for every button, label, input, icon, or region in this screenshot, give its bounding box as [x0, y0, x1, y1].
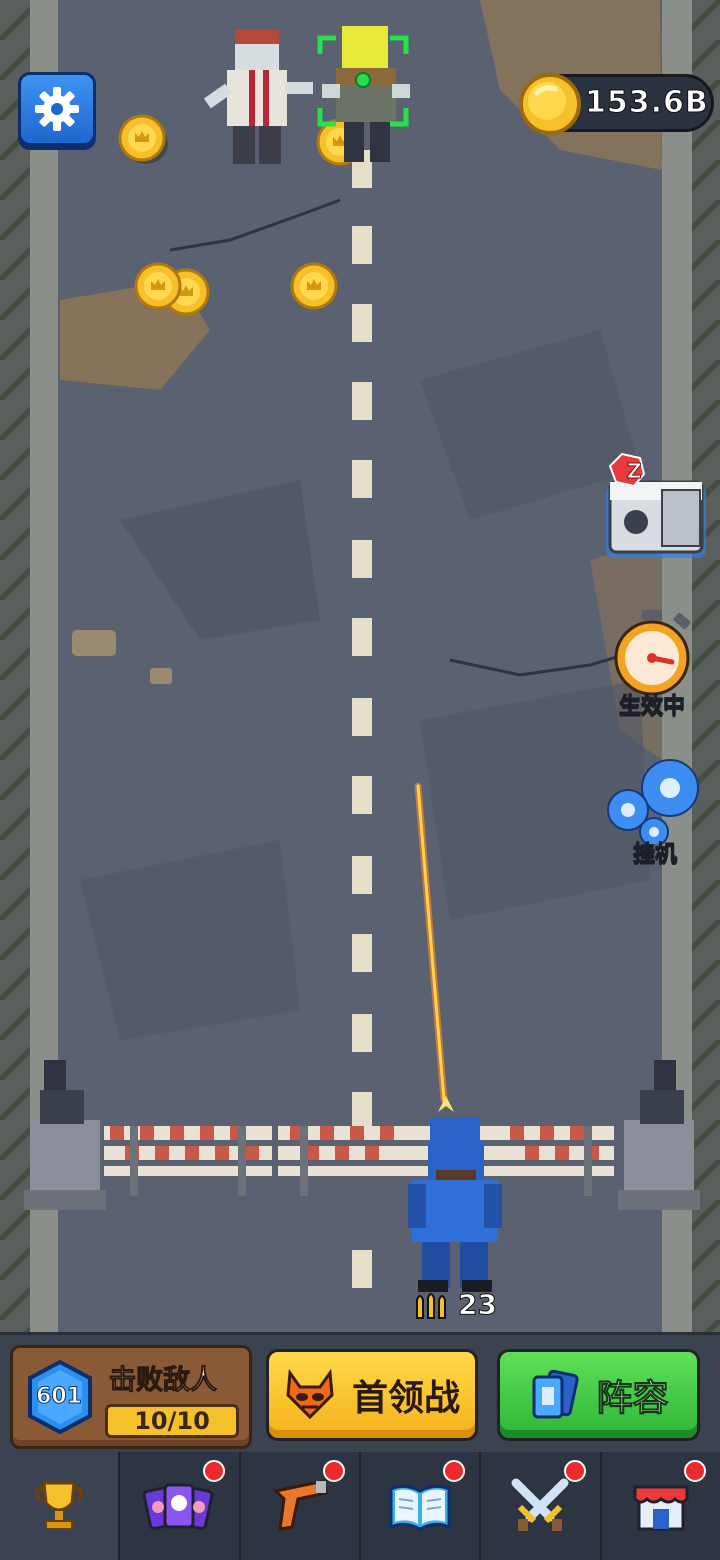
nav-codex[interactable]	[361, 1452, 482, 1560]
center-line	[352, 150, 372, 1288]
boost-status-label: 生效中	[618, 694, 685, 720]
coin	[134, 262, 182, 310]
boost-timer-button[interactable]: 生效中	[606, 610, 698, 720]
notification-dot	[563, 1460, 586, 1482]
nav-battle[interactable]	[481, 1452, 602, 1560]
settings-button[interactable]	[18, 72, 96, 146]
team-lineup-button[interactable]: 阵容	[497, 1349, 700, 1441]
nav-weapons[interactable]	[241, 1452, 361, 1560]
ammo-counter: 23	[414, 1288, 498, 1322]
heroes-cards-icon	[143, 1483, 214, 1531]
chest-badge: Z	[627, 459, 642, 483]
crossed-swords-icon	[511, 1478, 569, 1531]
game-scene[interactable]: 153.6B Z 生效中 挂机 23	[0, 0, 720, 1340]
kill-progress: 10/10	[105, 1404, 239, 1438]
sleep-chest-button[interactable]: Z	[600, 452, 712, 570]
boss-battle-label: 首领战	[351, 1378, 460, 1419]
nav-heroes[interactable]	[120, 1452, 241, 1560]
bullets-icon	[416, 1292, 446, 1319]
cards-icon	[532, 1369, 580, 1419]
idle-label: 挂机	[632, 842, 677, 868]
gears-icon	[607, 759, 699, 844]
notification-dot	[322, 1460, 345, 1482]
stopwatch-icon	[614, 610, 691, 696]
defeat-enemies-title: 击败敌人	[109, 1365, 218, 1397]
notification-dot	[202, 1460, 225, 1482]
boss-battle-button[interactable]: 首领战	[266, 1349, 478, 1441]
coin-amount: 153.6B	[585, 85, 709, 121]
idle-mode-button[interactable]: 挂机	[600, 752, 710, 868]
bottom-navigation	[0, 1452, 720, 1560]
nav-shop[interactable]	[602, 1452, 720, 1560]
pistol-icon	[272, 1479, 328, 1531]
coin	[290, 262, 338, 310]
notification-dot	[443, 1460, 466, 1482]
defeat-enemies-panel[interactable]: 601 击败敌人 10/10	[10, 1345, 252, 1449]
coin-counter[interactable]: 153.6B	[519, 73, 714, 135]
chest-icon: Z	[606, 452, 706, 558]
stage-level: 601	[36, 1384, 83, 1410]
demon-skull-icon	[286, 1369, 334, 1420]
gear-icon	[35, 87, 79, 131]
team-lineup-label: 阵容	[596, 1378, 669, 1420]
ammo-count: 23	[458, 1288, 498, 1322]
gold-coin-icon	[519, 73, 581, 135]
trophy-icon	[34, 1481, 84, 1530]
shop-icon	[633, 1485, 689, 1531]
nav-leaderboard[interactable]	[0, 1452, 121, 1560]
action-bar: 601 击败敌人 10/10 首领战 阵容	[0, 1332, 720, 1452]
book-icon	[389, 1484, 451, 1531]
notification-dot	[683, 1460, 706, 1482]
